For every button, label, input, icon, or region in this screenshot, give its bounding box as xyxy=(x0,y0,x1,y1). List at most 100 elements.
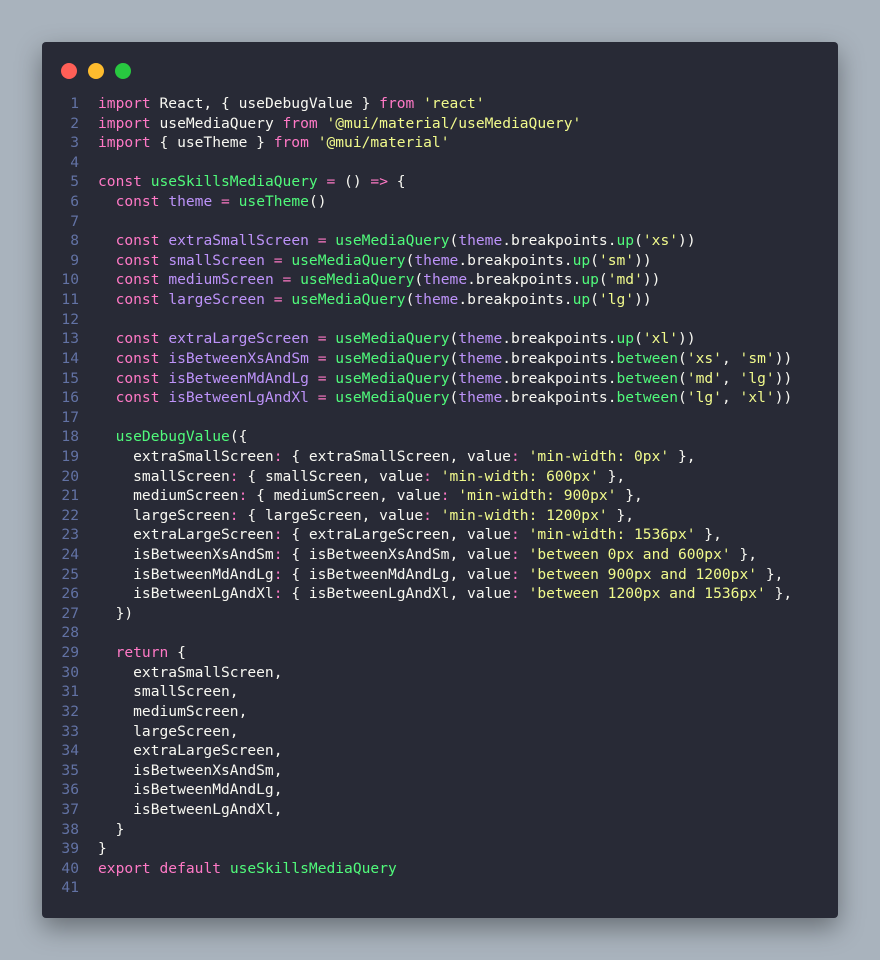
code-token: up xyxy=(572,251,591,269)
code-token: from xyxy=(273,134,309,152)
code-token: )) xyxy=(634,251,652,269)
code-token: between xyxy=(616,349,679,367)
code-line: 16 const isBetweenLgAndXl = useMediaQuer… xyxy=(42,388,838,408)
code-token: )) xyxy=(678,330,696,348)
code-line: 8 const extraSmallScreen = useMediaQuery… xyxy=(42,231,838,251)
line-number: 16 xyxy=(61,389,79,407)
code-token: 'min-width: 600px' xyxy=(440,467,599,485)
code-token: .breakpoints. xyxy=(502,389,617,407)
code-token: extraSmallScreen, xyxy=(98,663,283,681)
code-text: isBetweenXsAndSm, xyxy=(98,761,283,781)
code-line: 18 useDebugValue({ xyxy=(42,427,838,447)
code-line: 29 return { xyxy=(42,643,838,663)
code-token: useMediaQuery xyxy=(335,369,450,387)
line-number: 6 xyxy=(70,193,79,211)
code-token: '@mui/material' xyxy=(317,134,450,152)
code-token: } xyxy=(98,820,125,838)
code-token: isBetweenMdAndLg xyxy=(98,565,274,583)
code-token: : xyxy=(273,526,283,544)
code-token: between xyxy=(616,389,679,407)
code-text: import { useTheme } from '@mui/material' xyxy=(98,133,449,153)
code-token: const xyxy=(115,291,160,309)
line-number: 10 xyxy=(61,271,79,289)
code-text: isBetweenLgAndXl: { isBetweenLgAndXl, va… xyxy=(98,584,792,604)
code-token: ({ xyxy=(229,428,248,446)
code-line: 17 xyxy=(42,408,838,428)
code-text: isBetweenXsAndSm: { isBetweenXsAndSm, va… xyxy=(98,545,757,565)
code-text: const extraSmallScreen = useMediaQuery(t… xyxy=(98,231,696,251)
code-line: 26 isBetweenLgAndXl: { isBetweenLgAndXl,… xyxy=(42,584,838,604)
code-text: isBetweenMdAndLg, xyxy=(98,780,282,800)
code-token: 'lg' xyxy=(598,291,635,309)
code-token: theme xyxy=(458,349,503,367)
code-token: import xyxy=(98,134,151,152)
code-token: useMediaQuery xyxy=(300,271,415,289)
code-line: 9 const smallScreen = useMediaQuery (them… xyxy=(42,251,838,271)
code-line: 3 import { useTheme } from '@mui/material… xyxy=(42,133,838,153)
code-text: largeScreen: { largeScreen, value: 'min-… xyxy=(98,506,634,526)
code-token: : xyxy=(510,546,520,564)
line-number: 20 xyxy=(61,467,79,485)
line-number: 36 xyxy=(61,781,79,799)
line-number: 31 xyxy=(61,683,79,701)
code-text: isBetweenLgAndXl, xyxy=(98,800,282,820)
code-token: = xyxy=(317,349,327,367)
code-token: { isBetweenXsAndSm, value xyxy=(282,546,511,564)
line-number: 32 xyxy=(61,702,79,720)
code-token: ( xyxy=(678,369,687,387)
line-number: 40 xyxy=(61,859,79,877)
code-token: up xyxy=(616,330,635,348)
line-number: 2 xyxy=(70,114,79,132)
line-number: 17 xyxy=(61,408,79,426)
code-line: 31 smallScreen, xyxy=(42,682,838,702)
line-number: 12 xyxy=(61,310,79,328)
code-token: : xyxy=(273,447,283,465)
code-token: extraLargeScreen xyxy=(168,330,309,348)
code-token: return xyxy=(115,644,169,662)
code-token: ( xyxy=(449,389,459,407)
code-token: 'min-width: 900px' xyxy=(458,487,617,505)
close-dot-icon[interactable] xyxy=(61,63,77,79)
code-token: smallScreen xyxy=(168,251,265,269)
code-token: isBetweenXsAndSm, xyxy=(98,761,283,779)
maximize-dot-icon[interactable] xyxy=(115,63,131,79)
code-text: extraLargeScreen: { extraLargeScreen, va… xyxy=(98,525,722,545)
code-token: }, xyxy=(616,487,643,505)
code-token: useMediaQuery xyxy=(335,232,450,250)
code-line: 11 const largeScreen = useMediaQuery (the… xyxy=(42,290,838,310)
line-number: 38 xyxy=(61,820,79,838)
code-token: 'lg' xyxy=(739,369,775,387)
code-token: 'sm' xyxy=(739,349,775,367)
code-line: 4 xyxy=(42,153,838,173)
code-token: )) xyxy=(678,232,696,250)
code-token: , xyxy=(721,369,740,387)
code-token: } xyxy=(98,840,107,858)
code-token: : xyxy=(510,447,520,465)
line-number: 4 xyxy=(70,153,79,171)
code-token: const xyxy=(115,389,160,407)
code-text: mediumScreen: { mediumScreen, value: 'mi… xyxy=(98,486,643,506)
code-token: default xyxy=(159,859,222,877)
code-text: extraSmallScreen: { extraSmallScreen, va… xyxy=(98,447,695,467)
code-token: const xyxy=(115,369,160,387)
code-line: 32 mediumScreen, xyxy=(42,702,838,722)
code-token: )) xyxy=(774,349,793,367)
code-token: const xyxy=(115,349,160,367)
code-line: 21 mediumScreen: { mediumScreen, value: … xyxy=(42,486,838,506)
minimize-dot-icon[interactable] xyxy=(88,63,104,79)
